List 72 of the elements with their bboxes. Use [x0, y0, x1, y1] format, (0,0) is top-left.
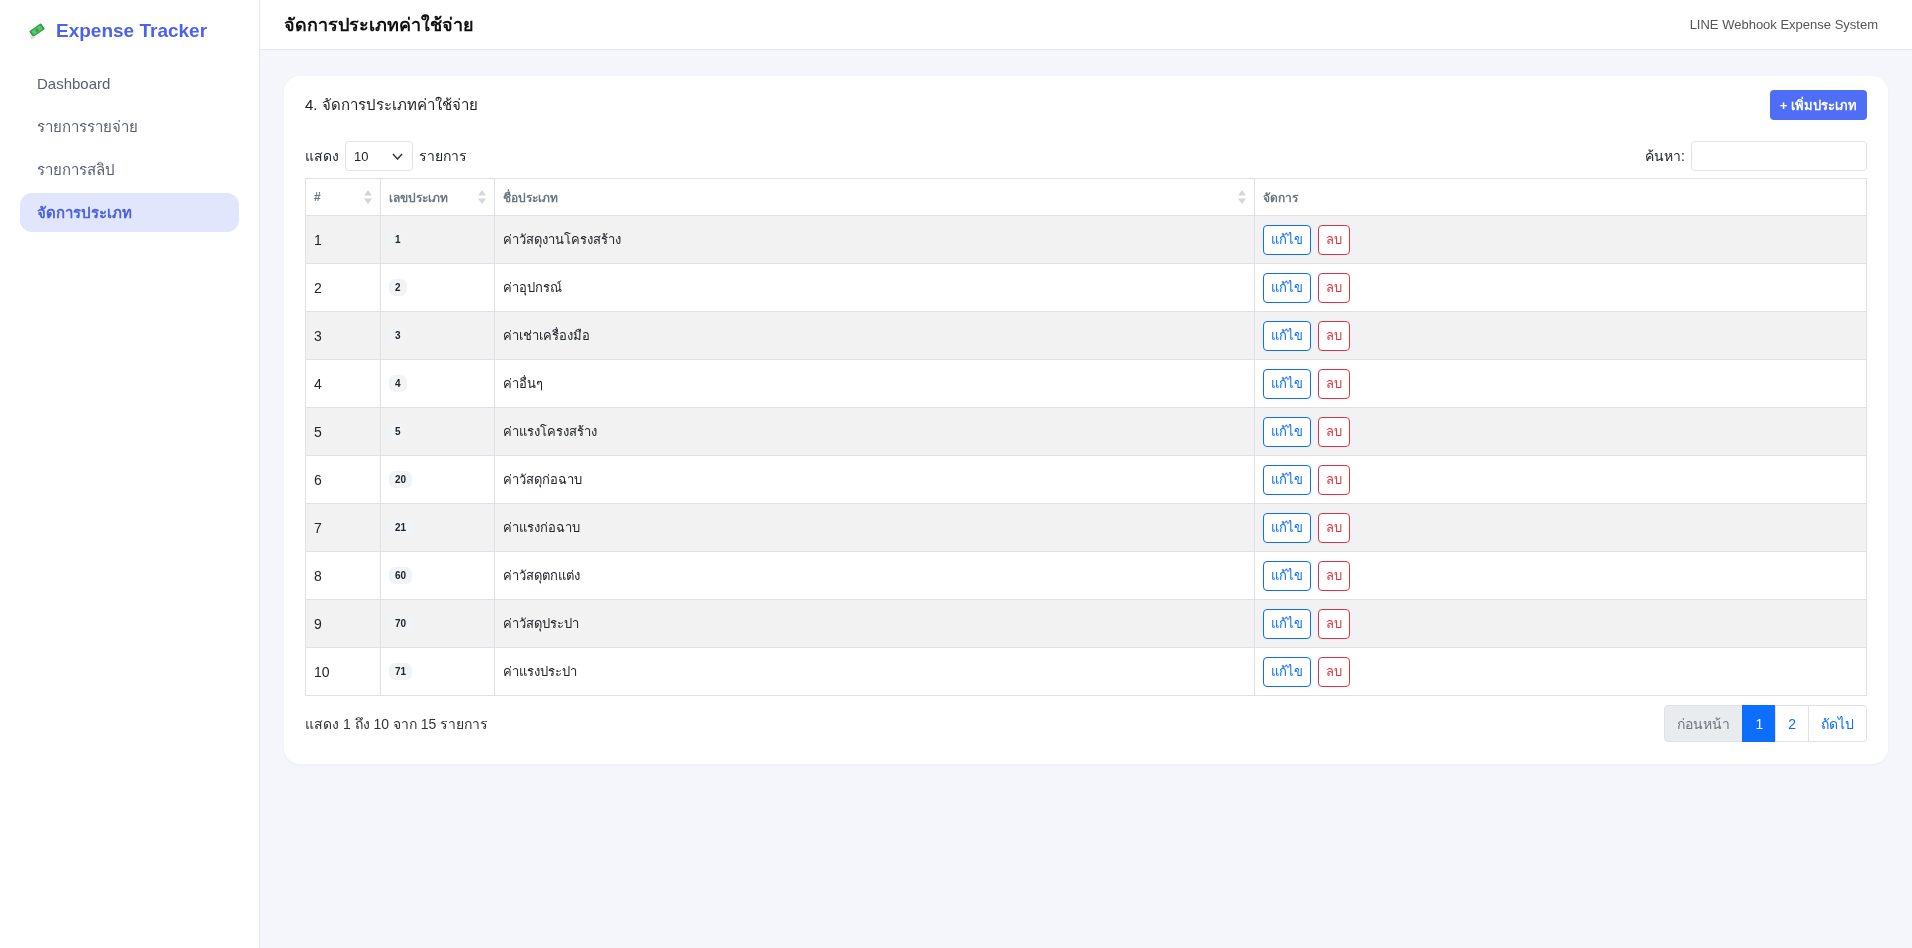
delete-button[interactable]: ลบ: [1318, 560, 1350, 591]
show-label: แสดง: [305, 147, 339, 166]
search-field[interactable]: [1691, 141, 1867, 171]
column-header[interactable]: ชื่อประเภท: [495, 179, 1255, 215]
edit-button[interactable]: แก้ไข: [1263, 224, 1311, 255]
delete-button[interactable]: ลบ: [1318, 608, 1350, 639]
edit-button[interactable]: แก้ไข: [1263, 512, 1311, 543]
page-button[interactable]: 2: [1775, 705, 1809, 742]
category-name: ค่าวัสดุประปา: [495, 600, 1255, 647]
delete-button[interactable]: ลบ: [1318, 464, 1350, 495]
row-number: 2: [306, 264, 381, 311]
category-code-badge: 60: [389, 567, 413, 584]
edit-button[interactable]: แก้ไข: [1263, 464, 1311, 495]
table-info: แสดง 1 ถึง 10 จาก 15 รายการ: [305, 714, 489, 734]
category-name: ค่าวัสดุตกแต่ง: [495, 552, 1255, 599]
row-number: 6: [306, 456, 381, 503]
page-button[interactable]: 1: [1742, 705, 1777, 742]
delete-button[interactable]: ลบ: [1318, 272, 1350, 303]
sidebar-item[interactable]: จัดการประเภท: [20, 193, 239, 232]
category-code-badge: 4: [389, 375, 407, 392]
row-number: 3: [306, 312, 381, 359]
category-code-badge: 2: [389, 279, 407, 296]
column-header: จัดการ: [1262, 189, 1300, 207]
sidebar-item[interactable]: รายการรายจ่าย: [20, 107, 239, 146]
category-name: ค่าวัสดุงานโครงสร้าง: [495, 216, 1255, 263]
page-size-select[interactable]: 10: [345, 141, 413, 171]
delete-button[interactable]: ลบ: [1318, 224, 1350, 255]
edit-button[interactable]: แก้ไข: [1263, 368, 1311, 399]
category-name: ค่าอื่นๆ: [495, 360, 1255, 407]
sort-icon: [478, 190, 486, 204]
sidebar-item[interactable]: Dashboard: [20, 64, 239, 103]
row-number: 1: [306, 216, 381, 263]
delete-button[interactable]: ลบ: [1318, 512, 1350, 543]
category-name: ค่าเช่าเครื่องมือ: [495, 312, 1255, 359]
row-number: 8: [306, 552, 381, 599]
edit-button[interactable]: แก้ไข: [1263, 656, 1311, 687]
edit-button[interactable]: แก้ไข: [1263, 320, 1311, 351]
row-number: 10: [306, 648, 381, 695]
category-name: ค่าแรงโครงสร้าง: [495, 408, 1255, 455]
sort-icon: [1238, 190, 1246, 204]
app-title: Expense Tracker: [56, 20, 208, 42]
edit-button[interactable]: แก้ไข: [1263, 272, 1311, 303]
sort-icon: [364, 190, 372, 204]
row-number: 5: [306, 408, 381, 455]
edit-button[interactable]: แก้ไข: [1263, 560, 1311, 591]
search-label: ค้นหา:: [1645, 147, 1685, 166]
delete-button[interactable]: ลบ: [1318, 656, 1350, 687]
card-title: 4. จัดการประเภทค่าใช้จ่าย: [305, 95, 478, 115]
category-name: ค่าแรงประปา: [495, 648, 1255, 695]
row-number: 9: [306, 600, 381, 647]
category-code-badge: 20: [389, 471, 413, 488]
category-code-badge: 71: [389, 663, 413, 680]
category-name: ค่าอุปกรณ์: [495, 264, 1255, 311]
delete-button[interactable]: ลบ: [1318, 320, 1350, 351]
page-button: ก่อนหน้า: [1664, 705, 1744, 742]
chevron-down-icon: [392, 152, 403, 160]
add-category-button[interactable]: + เพิ่มประเภท: [1769, 90, 1867, 120]
row-number: 7: [306, 504, 381, 551]
column-header[interactable]: #: [306, 179, 381, 215]
sidebar-item[interactable]: รายการสลิป: [20, 150, 239, 189]
column-header[interactable]: เลขประเภท: [381, 179, 495, 215]
entries-label: รายการ: [419, 147, 467, 166]
delete-button[interactable]: ลบ: [1318, 368, 1350, 399]
category-name: ค่าแรงก่อฉาบ: [495, 504, 1255, 551]
edit-button[interactable]: แก้ไข: [1263, 416, 1311, 447]
page-button[interactable]: ถัดไป: [1808, 705, 1867, 742]
row-number: 4: [306, 360, 381, 407]
edit-button[interactable]: แก้ไข: [1263, 608, 1311, 639]
system-name: LINE Webhook Expense System: [1689, 17, 1878, 32]
category-name: ค่าวัสดุก่อฉาบ: [495, 456, 1255, 503]
page-title: จัดการประเภทค่าใช้จ่าย: [284, 13, 474, 37]
delete-button[interactable]: ลบ: [1318, 416, 1350, 447]
